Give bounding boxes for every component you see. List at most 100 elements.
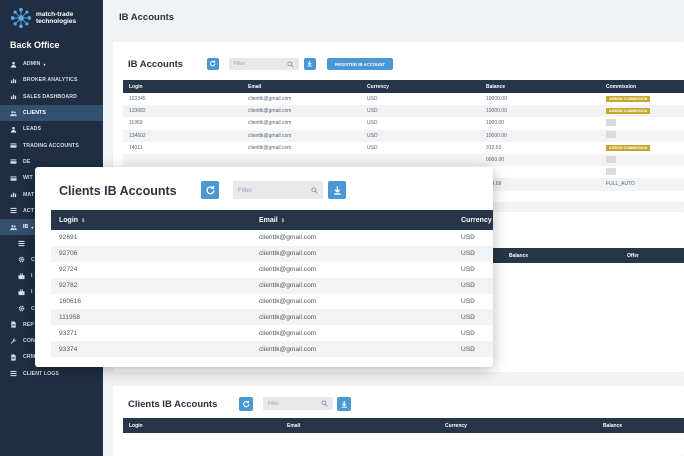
sidebar-item-client-logs[interactable]: CLIENT LOGS — [0, 366, 103, 382]
table-row[interactable]: 14011 clienttk@gmail.com USD 312.53 ASSIGN C… — [123, 142, 684, 154]
column-header-label: Balance — [486, 83, 506, 90]
column-header-label: Currency — [445, 422, 467, 429]
cell-login: 92691 — [59, 234, 78, 242]
table-row[interactable]: 92706 clienttk@gmail.com USD — [51, 245, 493, 262]
table-row[interactable]: 134602 clienttk@gmail.com USD 10000.00 — [123, 129, 684, 142]
table-row[interactable]: 160616 clienttk@gmail.com USD — [51, 294, 493, 310]
cell-balance: 1000.00 — [486, 120, 505, 127]
clients-ib-bottom-table: Login Email Currency Balance — [123, 418, 684, 433]
download-button[interactable] — [304, 58, 316, 70]
cell-login: 134602 — [123, 129, 242, 142]
cell-balance: 464.69 — [480, 178, 600, 191]
cell-email: clienttk@gmail.com — [259, 266, 317, 274]
sidebar-item-leads[interactable]: LEADS — [0, 121, 103, 137]
table-row[interactable]: 92724 clienttk@gmail.com USD — [51, 262, 493, 278]
cell-currency: USD — [453, 309, 493, 326]
user-icon — [10, 126, 17, 133]
doc-icon — [10, 321, 17, 328]
sidebar-item-clients[interactable]: CLIENTS — [0, 104, 103, 122]
bottom-download-button[interactable] — [337, 397, 351, 411]
sidebar-item-label: REP — [23, 321, 34, 328]
assign-commission-button[interactable]: ASSIGN COMMISSION — [606, 96, 651, 103]
cell-login: 92782 — [51, 277, 251, 294]
cell-commission — [600, 129, 684, 142]
table-row[interactable]: 11959 clienttk@gmail.com USD 1000.00 — [123, 117, 684, 129]
column-header-label: Email — [259, 216, 278, 224]
cell-login: 93374 — [51, 341, 251, 358]
cell-email: clienttk@gmail.com — [251, 309, 453, 326]
chevron-down-icon: ▾ — [43, 61, 46, 67]
cell-email: clienttk@gmail.com — [251, 245, 453, 262]
register-ib-account-button[interactable]: REGISTER IB ACCOUNT — [327, 58, 393, 70]
sidebar-item-label: WIT — [23, 175, 33, 182]
bottom-refresh-button[interactable] — [239, 397, 253, 411]
table-row[interactable]: 0000.00 — [123, 153, 684, 167]
column-header-balance[interactable]: Balance — [480, 80, 600, 93]
download-icon — [341, 400, 347, 408]
cell-currency: USD — [361, 105, 480, 118]
column-header-email[interactable]: Email — [281, 418, 439, 433]
refresh-button[interactable] — [207, 58, 219, 70]
column-header-currency[interactable]: Currency — [453, 210, 493, 230]
refresh-icon — [242, 400, 250, 408]
column-header-label: Commission — [606, 83, 637, 90]
assign-commission-button[interactable]: ASSIGN COMMISSION — [606, 108, 651, 115]
cell-currency: USD — [453, 277, 493, 294]
sidebar-item-broker-analytics[interactable]: BROKER ANALYTICS — [0, 72, 103, 88]
list-icon — [10, 207, 17, 214]
logo[interactable]: match-trade technologies — [10, 7, 76, 29]
column-header-currency[interactable]: Currency — [439, 418, 597, 433]
sidebar-item-admin[interactable]: ADMIN ▾ — [0, 56, 103, 72]
logo-icon — [10, 7, 32, 29]
assign-commission-button[interactable]: ASSIGN COMMISSION — [606, 144, 651, 151]
disabled-commission-button[interactable] — [606, 155, 616, 163]
cell-commission — [600, 117, 684, 129]
cell-email: clienttk@gmail.com — [251, 341, 453, 358]
disabled-commission-button[interactable] — [606, 167, 616, 175]
cell-currency: USD — [367, 144, 378, 151]
column-header-login[interactable]: Login ⇕ — [51, 210, 251, 230]
sidebar-item-trading-accounts[interactable]: TRADING ACCOUNTS — [0, 137, 103, 153]
chevron-down-icon: ▾ — [31, 224, 34, 230]
table-row[interactable]: 93374 clienttk@gmail.com USD — [51, 341, 493, 358]
table-row[interactable]: 123345 clienttk@gmail.com USD 10000.00 ASSIG… — [123, 93, 684, 105]
search-icon — [311, 186, 318, 194]
sidebar-item-label: IB — [23, 224, 29, 231]
column-header-email[interactable]: Email — [242, 80, 361, 93]
filter-input[interactable]: Filter — [229, 58, 299, 70]
popup-filter-input[interactable]: Filter — [233, 181, 323, 199]
cell-login: 92724 — [59, 266, 78, 274]
column-header-label: Currency — [461, 216, 492, 224]
table-row[interactable]: 133682 clienttk@gmail.com USD 10000.00 ASSIG… — [123, 105, 684, 118]
table-row[interactable]: 92691 clienttk@gmail.com USD — [51, 230, 493, 246]
column-header-commission[interactable]: Commission — [600, 80, 684, 93]
column-header-email[interactable]: Email ⇕ — [251, 210, 453, 230]
table-row[interactable]: 92782 clienttk@gmail.com USD — [51, 277, 493, 294]
cell-commission: ASSIGN COMMISSION — [600, 142, 684, 154]
column-header-login[interactable]: Login — [123, 418, 281, 433]
logo-text: match-trade technologies — [36, 11, 76, 25]
cell-email: clienttk@gmail.com — [248, 144, 292, 151]
popup-refresh-button[interactable] — [201, 181, 219, 199]
disabled-commission-button[interactable] — [606, 118, 616, 126]
disabled-commission-button[interactable] — [606, 131, 616, 139]
table-row[interactable]: 111958 clienttk@gmail.com USD — [51, 309, 493, 326]
logo-line-2: technologies — [36, 18, 77, 25]
table-row[interactable]: 93271 clienttk@gmail.com USD — [51, 325, 493, 341]
card-icon — [10, 175, 17, 182]
gear-icon — [18, 256, 25, 263]
bottom-filter-input[interactable]: Filter — [263, 397, 333, 410]
sidebar-item-label: BROKER ANALYTICS — [23, 77, 78, 84]
card-icon — [10, 142, 17, 149]
sidebar-item-label: I — [31, 273, 33, 279]
cell-email: clienttk@gmail.com — [242, 105, 361, 118]
cell-email: clienttk@gmail.com — [251, 277, 453, 294]
sidebar-item-sales-dashboard[interactable]: SALES DASHBOARD — [0, 89, 103, 105]
column-header-label: Balance — [603, 422, 623, 429]
column-header-login[interactable]: Login — [123, 80, 242, 93]
cell-currency: USD — [461, 234, 475, 242]
column-header-label: Login — [129, 83, 143, 90]
column-header-currency[interactable]: Currency — [361, 80, 480, 93]
column-header-balance[interactable]: Balance — [597, 418, 684, 433]
popup-download-button[interactable] — [328, 181, 346, 199]
